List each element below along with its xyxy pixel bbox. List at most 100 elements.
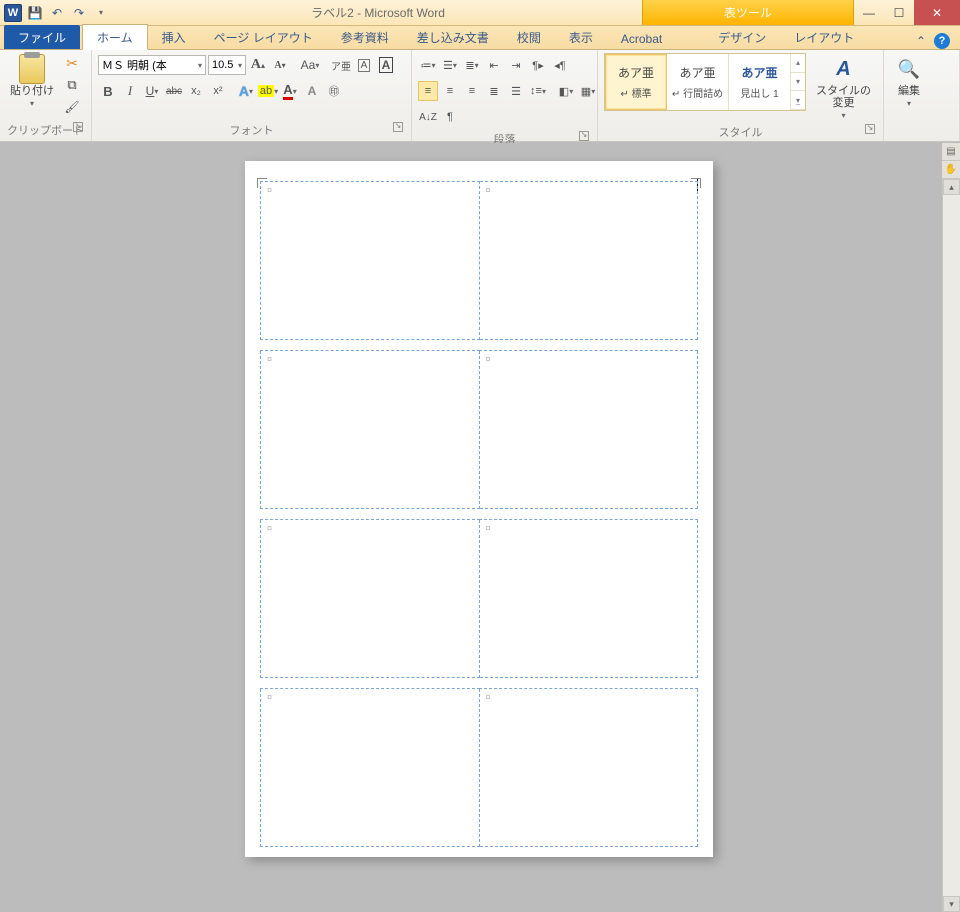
label-cell[interactable]: ¤ xyxy=(479,350,698,508)
customize-qat-icon[interactable]: ▾ xyxy=(92,4,110,22)
ruby-button[interactable]: ア亜 xyxy=(330,55,352,75)
align-left-button[interactable]: ≡ xyxy=(418,81,438,101)
change-case-button[interactable]: Aa▾ xyxy=(300,55,320,75)
label-cell[interactable]: ¤ xyxy=(479,688,698,846)
tab-table-layout[interactable]: レイアウト xyxy=(780,25,868,49)
style-gallery[interactable]: あア亜 ↵ 標準 あア亜 ↵ 行間詰め あア亜 見出し 1 ▴ ▾ ▾̲ xyxy=(604,53,806,111)
italic-button[interactable]: I xyxy=(120,81,140,101)
font-color-button[interactable]: A▾ xyxy=(280,81,300,101)
label-table[interactable]: ¤ ¤ ¤ ¤ ¤ ¤ ¤ ¤ xyxy=(260,181,698,847)
borders-button[interactable]: ▦▾ xyxy=(578,81,598,101)
char-border-button[interactable]: A xyxy=(376,55,396,75)
style-heading1[interactable]: あア亜 見出し 1 xyxy=(729,54,791,110)
font-size-combo[interactable]: 10.5▾ xyxy=(208,55,246,75)
gallery-more-icon[interactable]: ▾̲ xyxy=(791,91,805,110)
maximize-button[interactable]: ☐ xyxy=(884,0,914,25)
tab-page-layout[interactable]: ページ レイアウト xyxy=(200,25,327,49)
copy-button[interactable] xyxy=(62,75,82,95)
tab-table-design[interactable]: デザイン xyxy=(704,25,780,49)
tab-review[interactable]: 校閲 xyxy=(503,25,555,49)
label-cell[interactable]: ¤ xyxy=(261,519,480,677)
strikethrough-button[interactable]: abc xyxy=(164,81,184,101)
table-tools-contextual-title: 表ツール xyxy=(642,0,854,25)
bullets-button[interactable]: ≔▾ xyxy=(418,55,438,75)
word-app-icon[interactable]: W xyxy=(4,4,22,22)
underline-button[interactable]: U▾ xyxy=(142,81,162,101)
document-title: ラベル2 - Microsoft Word xyxy=(114,0,642,25)
style-no-spacing[interactable]: あア亜 ↵ 行間詰め xyxy=(667,54,729,110)
pan-hand-icon[interactable]: ✋ xyxy=(942,161,960,179)
scroll-up-icon[interactable]: ▴ xyxy=(943,179,960,195)
ribbon: 貼り付け ▾ クリップボード ＭＳ 明朝 (本▾ 10.5▾ A▴ A▾ Aa▾… xyxy=(0,50,960,142)
style-gallery-scroll[interactable]: ▴ ▾ ▾̲ xyxy=(791,54,805,110)
group-label-styles: スタイル xyxy=(719,127,763,139)
text-effects-button[interactable]: A▾ xyxy=(236,81,256,101)
align-right-button[interactable]: ≡ xyxy=(462,81,482,101)
highlight-button[interactable]: ab▾ xyxy=(258,81,278,101)
scroll-down-icon[interactable]: ▾ xyxy=(943,896,960,912)
font-dialog-launcher[interactable] xyxy=(393,122,403,132)
increase-indent-button[interactable]: ⇥ xyxy=(506,55,526,75)
numbering-button[interactable]: ☰▾ xyxy=(440,55,460,75)
font-name-combo[interactable]: ＭＳ 明朝 (本▾ xyxy=(98,55,206,75)
label-spacer xyxy=(261,340,698,350)
tab-insert[interactable]: 挿入 xyxy=(148,25,200,49)
change-styles-button[interactable]: A スタイルの 変更 ▾ xyxy=(812,53,875,122)
superscript-button[interactable]: x² xyxy=(208,81,228,101)
rtl-button[interactable]: ◂¶ xyxy=(550,55,570,75)
cut-button[interactable] xyxy=(62,53,82,73)
format-painter-button[interactable] xyxy=(62,97,82,117)
align-center-button[interactable]: ≡ xyxy=(440,81,460,101)
ruler-toggle-icon[interactable]: ▤ xyxy=(942,143,960,161)
label-spacer xyxy=(261,678,698,688)
label-cell[interactable]: ¤ xyxy=(261,688,480,846)
help-icon[interactable]: ? xyxy=(934,33,950,49)
bold-button[interactable]: B xyxy=(98,81,118,101)
tab-view[interactable]: 表示 xyxy=(555,25,607,49)
shrink-font-button[interactable]: A▾ xyxy=(270,55,290,75)
line-spacing-button[interactable]: ↕≡▾ xyxy=(528,81,548,101)
gallery-down-icon[interactable]: ▾ xyxy=(791,73,805,92)
collapse-ribbon-icon[interactable]: ⌃ xyxy=(916,34,926,48)
ltr-button[interactable]: ¶▸ xyxy=(528,55,548,75)
label-cell[interactable]: ¤ xyxy=(261,350,480,508)
show-marks-button[interactable]: ¶ xyxy=(440,107,460,127)
styles-dialog-launcher[interactable] xyxy=(865,124,875,134)
paste-button[interactable]: 貼り付け ▾ xyxy=(6,53,58,110)
enclose-char-button[interactable]: ㊞ xyxy=(324,81,344,101)
style-normal[interactable]: あア亜 ↵ 標準 xyxy=(605,54,667,110)
window-controls: — ☐ ✕ xyxy=(854,0,960,25)
sort-button[interactable]: A↓Z xyxy=(418,107,438,127)
justify-button[interactable]: ≣ xyxy=(484,81,504,101)
close-button[interactable]: ✕ xyxy=(914,0,960,25)
save-icon[interactable]: 💾 xyxy=(26,4,44,22)
group-paragraph: ≔▾ ☰▾ ≣▾ ⇤ ⇥ ¶▸ ◂¶ ≡ ≡ ≡ ≣ ☰ ↕≡▾ ◧▾ ▦▾ A… xyxy=(412,50,598,141)
tab-home[interactable]: ホーム xyxy=(82,24,148,50)
clipboard-dialog-launcher[interactable] xyxy=(73,122,83,132)
paragraph-dialog-launcher[interactable] xyxy=(579,131,589,141)
char-shading-button[interactable]: A xyxy=(302,81,322,101)
tab-file[interactable]: ファイル xyxy=(4,25,80,49)
distribute-button[interactable]: ☰ xyxy=(506,81,526,101)
tab-mailings[interactable]: 差し込み文書 xyxy=(403,25,503,49)
subscript-button[interactable]: x₂ xyxy=(186,81,206,101)
page[interactable]: ¤ ¤ ¤ ¤ ¤ ¤ ¤ ¤ xyxy=(245,161,713,857)
vertical-scrollbar[interactable]: ▤ ✋ ▴ ▾ xyxy=(942,143,960,912)
label-cell[interactable]: ¤ xyxy=(479,519,698,677)
redo-icon[interactable]: ↷ xyxy=(70,4,88,22)
minimize-button[interactable]: — xyxy=(854,0,884,25)
label-cell[interactable]: ¤ xyxy=(479,182,698,340)
enclose-button[interactable]: A xyxy=(354,55,374,75)
decrease-indent-button[interactable]: ⇤ xyxy=(484,55,504,75)
label-cell[interactable]: ¤ xyxy=(261,182,480,340)
find-button[interactable]: 🔍 編集 ▾ xyxy=(890,53,928,110)
grow-font-button[interactable]: A▴ xyxy=(248,55,268,75)
group-editing: 🔍 編集 ▾ xyxy=(884,50,960,141)
shading-button[interactable]: ◧▾ xyxy=(556,81,576,101)
tab-references[interactable]: 参考資料 xyxy=(327,25,403,49)
undo-icon[interactable]: ↶ xyxy=(48,4,66,22)
tab-acrobat[interactable]: Acrobat xyxy=(607,28,676,49)
multilevel-button[interactable]: ≣▾ xyxy=(462,55,482,75)
document-area[interactable]: ¤ ¤ ¤ ¤ ¤ ¤ ¤ ¤ xyxy=(0,143,960,912)
gallery-up-icon[interactable]: ▴ xyxy=(791,54,805,73)
